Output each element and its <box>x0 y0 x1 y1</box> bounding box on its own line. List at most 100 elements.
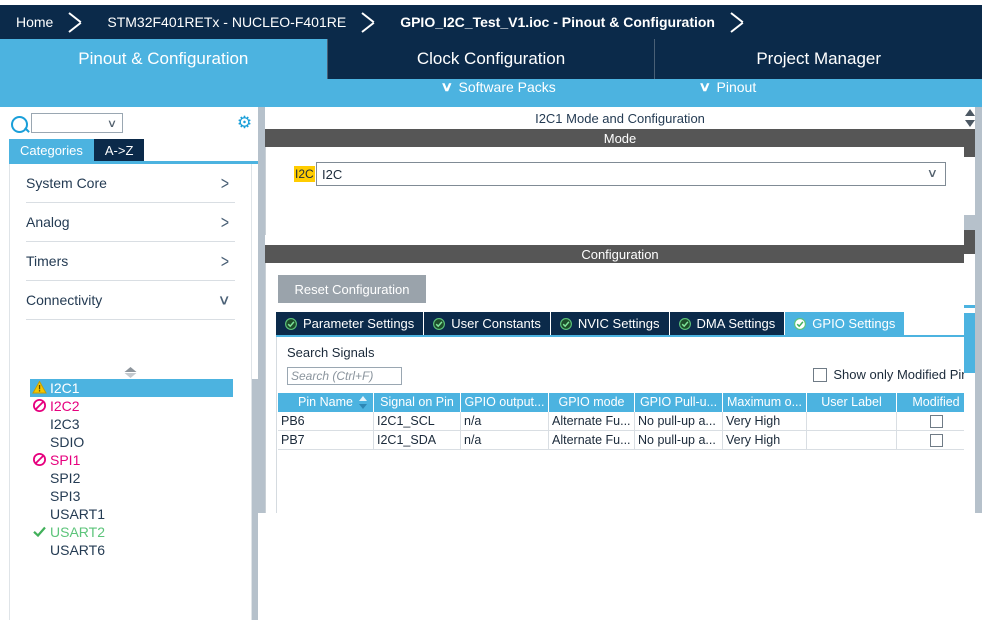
list-item[interactable]: I2C3 <box>10 415 251 433</box>
list-item[interactable]: SPI1 <box>10 451 251 469</box>
subnav-item-pinout[interactable]: ∨ Pinout <box>690 79 766 95</box>
cell-gpio-mode[interactable]: Alternate Fu... <box>549 431 635 450</box>
search-input[interactable]: Search (Ctrl+F) <box>287 367 402 385</box>
cell-user-label[interactable] <box>807 412 897 431</box>
cell-maximum-output[interactable]: Very High <box>723 431 807 450</box>
list-item-label: USART6 <box>50 542 105 558</box>
list-item[interactable]: USART6 <box>10 541 251 559</box>
cell-maximum-output[interactable]: Very High <box>723 412 807 431</box>
column-header-user-label[interactable]: User Label <box>807 393 897 412</box>
configuration-section-body: Reset Configuration Parameter Settings U… <box>265 263 976 513</box>
search-icon <box>11 116 28 133</box>
splitter-grip-icon <box>124 367 137 378</box>
reset-configuration-button[interactable]: Reset Configuration <box>278 275 426 303</box>
subnav-software-packs-label: Software Packs <box>458 79 556 95</box>
warning-triangle-icon <box>32 380 47 395</box>
configuration-section-header: Configuration <box>265 245 975 263</box>
sidebar-search-combo[interactable]: ∨ <box>31 113 123 133</box>
cell-pin-name: PB7 <box>278 431 374 450</box>
cell-signal-on-pin: I2C1_SDA <box>374 431 461 450</box>
chevron-down-icon: ∨ <box>217 291 231 308</box>
chevron-right-icon: > <box>220 250 229 272</box>
check-circle-icon <box>559 317 572 330</box>
right-panel-scrollbar[interactable] <box>975 107 982 513</box>
scroll-down-arrow-icon[interactable] <box>965 120 975 127</box>
mode-select-value: I2C <box>322 167 343 182</box>
gpio-settings-panel: Search Signals Search (Ctrl+F) Show only… <box>276 337 976 513</box>
gear-icon[interactable]: ⚙ <box>236 114 253 131</box>
table-row[interactable]: PB6 I2C1_SCL n/a Alternate Fu... No pull… <box>278 412 975 431</box>
cell-user-label[interactable] <box>807 431 897 450</box>
sidebar-item-timers[interactable]: Timers > <box>26 242 235 281</box>
sidebar-item-analog[interactable]: Analog > <box>26 203 235 242</box>
cell-gpio-pull[interactable]: No pull-up a... <box>635 412 723 431</box>
sidebar-item-connectivity[interactable]: Connectivity ∨ <box>26 281 235 320</box>
list-item[interactable]: SDIO <box>10 433 251 451</box>
scrollbar-thumb[interactable] <box>964 129 975 157</box>
column-header-gpio-mode[interactable]: GPIO mode <box>549 393 635 412</box>
scroll-up-arrow-icon[interactable] <box>965 109 975 116</box>
mode-select[interactable]: I2C ∨ <box>316 162 946 186</box>
breadcrumb-item-home[interactable]: Home <box>0 5 67 39</box>
breadcrumb-item-mcu[interactable]: STM32F401RETx - NUCLEO-F401RE <box>93 5 360 39</box>
column-header-gpio-output[interactable]: GPIO output... <box>461 393 549 412</box>
tab-parameter-settings[interactable]: Parameter Settings <box>276 312 425 335</box>
tab-label: GPIO Settings <box>812 316 896 331</box>
subnav-pinout-label: Pinout <box>716 79 757 95</box>
main-nav-tabs: Pinout & Configuration Clock Configurati… <box>0 39 982 79</box>
subnav-item-software-packs[interactable]: ∨ Software Packs <box>432 79 566 95</box>
sidebar-tab-a-to-z[interactable]: A->Z <box>93 139 145 161</box>
configuration-tabs: Parameter Settings User Constants NVIC S… <box>276 312 976 335</box>
sidebar-splitter[interactable] <box>9 365 252 379</box>
cell-pin-name: PB6 <box>278 412 374 431</box>
tab-nvic-settings[interactable]: NVIC Settings <box>550 312 670 335</box>
column-header-gpio-pull[interactable]: GPIO Pull-u... <box>635 393 723 412</box>
cell-gpio-output[interactable]: n/a <box>461 431 549 450</box>
column-header-pin-name[interactable]: Pin Name <box>278 393 374 412</box>
tab-pinout-configuration[interactable]: Pinout & Configuration <box>0 39 328 79</box>
denied-icon <box>32 452 47 467</box>
category-label: System Core <box>26 175 107 191</box>
cell-gpio-output[interactable]: n/a <box>461 412 549 431</box>
list-item[interactable]: USART2 <box>10 523 251 541</box>
tab-label: NVIC Settings <box>577 316 660 331</box>
tab-clock-configuration[interactable]: Clock Configuration <box>328 39 656 79</box>
column-label: Pin Name <box>298 395 353 409</box>
list-item[interactable]: I2C2 <box>10 397 251 415</box>
list-item[interactable]: SPI3 <box>10 487 251 505</box>
breadcrumb-item-project[interactable]: GPIO_I2C_Test_V1.ioc - Pinout & Configur… <box>386 5 729 39</box>
scrollbar-thumb[interactable] <box>964 230 975 254</box>
tab-gpio-settings[interactable]: GPIO Settings <box>785 312 905 335</box>
cell-gpio-pull[interactable]: No pull-up a... <box>635 431 723 450</box>
show-only-modified-pins-checkbox[interactable] <box>813 367 828 382</box>
list-item-label: SPI2 <box>50 470 81 486</box>
mode-chip-label: I2C <box>294 166 315 182</box>
scrollbar-track-segment[interactable] <box>964 215 975 230</box>
tab-label: User Constants <box>451 316 541 331</box>
column-header-maximum-output[interactable]: Maximum o... <box>723 393 807 412</box>
table-row[interactable]: PB7 I2C1_SDA n/a Alternate Fu... No pull… <box>278 431 975 450</box>
cell-gpio-mode[interactable]: Alternate Fu... <box>549 412 635 431</box>
tab-project-manager[interactable]: Project Manager <box>655 39 982 79</box>
list-item-label: SDIO <box>50 434 85 450</box>
modified-checkbox[interactable] <box>929 414 943 428</box>
sidebar-search-row: ∨ ⚙ <box>0 111 258 139</box>
list-item[interactable]: USART1 <box>10 505 251 523</box>
breadcrumb-separator-icon <box>729 5 755 39</box>
modified-checkbox[interactable] <box>929 433 943 447</box>
panel-divider[interactable] <box>258 107 265 513</box>
right-panel: I2C1 Mode and Configuration Mode I2C I2C… <box>265 107 976 513</box>
list-item-label: I2C1 <box>50 380 80 396</box>
tab-dma-settings[interactable]: DMA Settings <box>669 312 786 335</box>
sidebar-tab-categories[interactable]: Categories <box>9 139 94 161</box>
list-item[interactable]: I2C1 <box>30 379 233 397</box>
column-header-signal-on-pin[interactable]: Signal on Pin <box>374 393 461 412</box>
pin-table: Pin Name Signal on Pin GPIO output... GP… <box>278 393 975 450</box>
list-item[interactable]: SPI2 <box>10 469 251 487</box>
outer-scrollbar[interactable] <box>964 107 975 513</box>
show-only-modified-pins-row[interactable]: Show only Modified Pins <box>813 367 975 382</box>
sidebar-item-system-core[interactable]: System Core > <box>26 164 235 203</box>
page-title: I2C1 Mode and Configuration <box>265 107 975 129</box>
tab-user-constants[interactable]: User Constants <box>424 312 551 335</box>
check-circle-icon <box>285 317 297 330</box>
